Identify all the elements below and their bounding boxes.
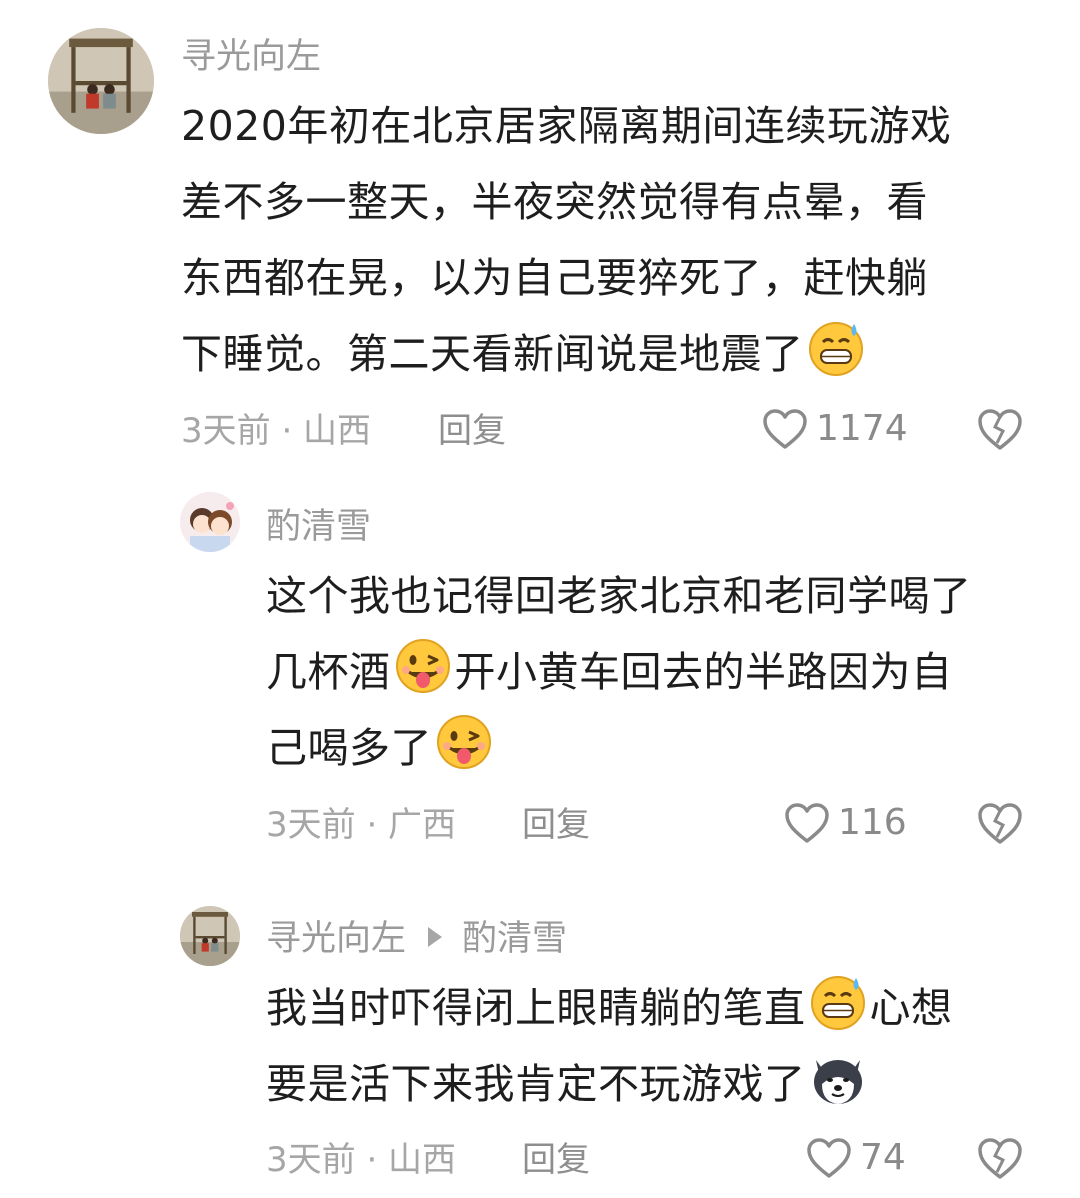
broken-heart-icon xyxy=(978,409,1022,450)
tongue-wink-emoji xyxy=(434,712,494,772)
reply-button[interactable]: 回复 xyxy=(522,808,590,842)
grinning-sweat-emoji xyxy=(806,318,866,378)
comment-line: 2020年初在北京居家隔离期间连续玩游戏 xyxy=(181,102,952,150)
comment-author-thread: 寻光向左 酌清雪 xyxy=(266,922,567,957)
comment-body: 这个我也记得回老家北京和老同学喝了 几杯酒 开小黄车回去的半路因为自 己喝多了 xyxy=(266,558,972,786)
avatar[interactable] xyxy=(48,28,154,134)
comment-body: 2020年初在北京居家隔离期间连续玩游戏 差不多一整天，半夜突然觉得有点晕，看 … xyxy=(181,88,951,392)
avatar[interactable] xyxy=(180,492,240,552)
tongue-wink-emoji xyxy=(393,636,453,696)
avatar-photo-icon xyxy=(180,906,240,966)
comment-line: 开小黄车回去的半路因为自 xyxy=(454,648,953,696)
comment-author[interactable]: 寻光向左 xyxy=(266,919,406,959)
comment-line: 下睡觉。第二天看新闻说是地震了 xyxy=(181,330,804,378)
avatar-photo-icon xyxy=(48,28,154,134)
like-count: 74 xyxy=(860,1137,906,1178)
comment-line: 己喝多了 xyxy=(266,724,432,772)
dislike-button[interactable] xyxy=(976,407,1024,451)
comment-line: 东西都在晃，以为自己要猝死了，赶快躺 xyxy=(181,254,928,302)
comment-line: 我当时吓得闭上眼睛躺的笔直 xyxy=(266,984,806,1032)
reply-button[interactable]: 回复 xyxy=(522,1143,590,1177)
avatar[interactable] xyxy=(180,906,240,966)
broken-heart-icon xyxy=(978,803,1022,844)
comment-time-location: 3天前 · 山西 xyxy=(181,411,372,451)
heart-outline-icon xyxy=(807,1138,851,1178)
dislike-button[interactable] xyxy=(976,801,1024,845)
comment-line: 几杯酒 xyxy=(266,648,391,696)
reply-triangle-icon xyxy=(428,927,443,947)
comment-line: 要是活下来我肯定不玩游戏了 xyxy=(266,1060,806,1108)
like-button[interactable]: 116 xyxy=(784,802,907,844)
heart-outline-icon xyxy=(763,409,807,449)
comment-time-location: 3天前 · 山西 xyxy=(266,1140,457,1180)
like-button[interactable]: 74 xyxy=(806,1137,906,1179)
reply-button[interactable]: 回复 xyxy=(438,414,506,448)
comment-line: 这个我也记得回老家北京和老同学喝了 xyxy=(266,572,972,620)
comment-line: 心想 xyxy=(869,984,953,1032)
comment-body: 我当时吓得闭上眼睛躺的笔直 心想 要是活下来我肯定不玩游戏了 xyxy=(266,970,953,1122)
like-count: 116 xyxy=(838,802,907,843)
like-count: 1174 xyxy=(816,408,908,449)
heart-outline-icon xyxy=(785,803,829,843)
dislike-button[interactable] xyxy=(976,1136,1024,1180)
comment-line: 差不多一整天，半夜突然觉得有点晕，看 xyxy=(181,178,928,226)
broken-heart-icon xyxy=(978,1138,1022,1179)
comment-author[interactable]: 寻光向左 xyxy=(181,40,321,75)
grinning-sweat-emoji xyxy=(808,972,868,1032)
like-button[interactable]: 1174 xyxy=(762,408,908,450)
husky-dog-emoji xyxy=(808,1048,868,1108)
avatar-anime-icon xyxy=(180,492,240,552)
reply-to-author[interactable]: 酌清雪 xyxy=(462,919,567,959)
comment-author[interactable]: 酌清雪 xyxy=(266,510,371,545)
comment-time-location: 3天前 · 广西 xyxy=(266,805,457,845)
